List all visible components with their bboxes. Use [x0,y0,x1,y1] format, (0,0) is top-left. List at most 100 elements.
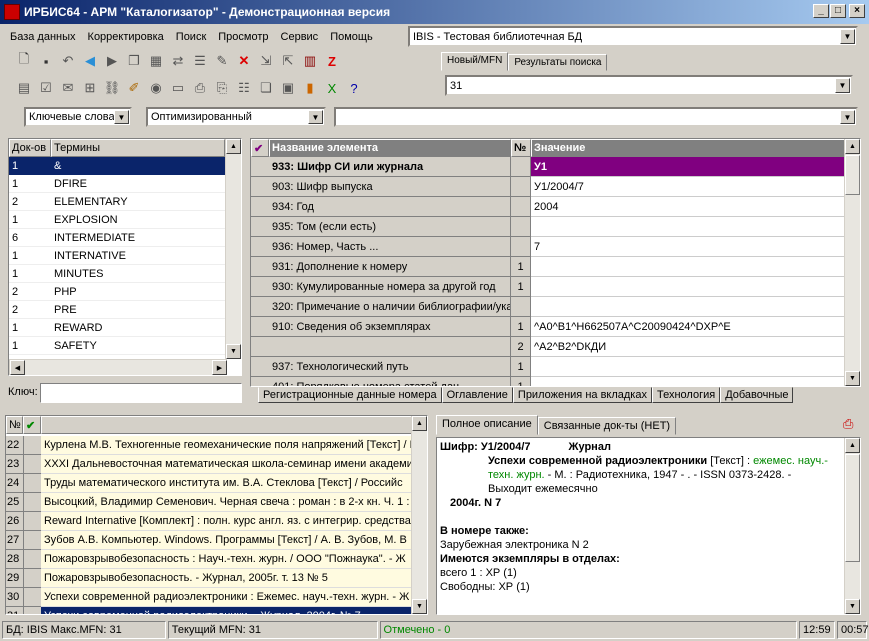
tab-field-group-2[interactable]: Приложения на вкладках [512,387,652,403]
field-row[interactable]: 930: Кумулированные номера за другой год… [251,277,860,297]
field-row[interactable]: 933: Шифр СИ или журнала У1 [251,157,860,177]
field-value[interactable] [531,257,845,277]
field-value[interactable]: 7 [531,237,845,257]
fields-header-value[interactable]: Значение [531,139,845,157]
term-row[interactable]: 1 INTERNATIVE [9,247,241,265]
chevron-down-icon[interactable]: ▼ [840,29,855,44]
record-row[interactable]: 28 Пожаровзрывобезопасность : Науч.-техн.… [6,550,427,569]
docs-icon[interactable]: ❏ [256,78,276,98]
menu-item-0[interactable]: База данных [4,31,82,43]
chevron-down-icon[interactable]: ▼ [840,110,855,124]
field-row[interactable]: 401: Порядковые номера статей дан 1 [251,377,860,386]
record-row[interactable]: 31 Успехи современной радиоэлектроники. -… [6,607,427,614]
record-check[interactable] [23,455,41,474]
scroll-right-button[interactable]: ▶ [212,360,227,375]
term-row[interactable]: 2 PRE [9,301,241,319]
chevron-down-icon[interactable]: ▼ [835,78,850,93]
optimize-select[interactable]: Оптимизированный ▼ [146,107,326,127]
back-icon[interactable]: ◀ [80,51,100,71]
term-row[interactable]: 1 SAFETY [9,337,241,355]
help-icon[interactable]: ? [344,78,364,98]
tab-related-docs[interactable]: Связанные док-ты (НЕТ) [537,417,677,435]
record-row[interactable]: 23 XXXI Дальневосточная математическая шк… [6,455,427,474]
stats-icon[interactable]: ▮ [300,78,320,98]
import-icon[interactable]: ⇲ [256,51,276,71]
mfn-input[interactable]: 31 ▼ [445,75,853,96]
menu-item-5[interactable]: Помощь [324,31,379,43]
scroll-up-button[interactable]: ▲ [226,139,241,154]
maximize-button[interactable]: □ [830,4,846,18]
tab-full-description[interactable]: Полное описание [436,415,538,435]
tab-search-results[interactable]: Результаты поиска [508,54,608,71]
record-row[interactable]: 25 Высоцкий, Владимир Семенович. Черная с… [6,493,427,512]
field-value[interactable]: У1 [531,157,845,177]
scroll-down-button[interactable]: ▼ [226,344,241,359]
record-row[interactable]: 26 Reward Internative [Комплект] : полн. … [6,512,427,531]
record-row[interactable]: 29 Пожаровзрывобезопасность. - Журнал, 20… [6,569,427,588]
scroll-up-button[interactable]: ▲ [845,139,860,154]
menu-item-2[interactable]: Поиск [170,31,212,43]
record-row[interactable]: 24 Труды математического института им. В.… [6,474,427,493]
tree-icon[interactable]: ⊞ [80,78,100,98]
scroll-down-button[interactable]: ▼ [845,371,860,386]
new-record-icon[interactable]: 🗋 [14,51,34,71]
terms-header-count[interactable]: Док-ов [9,139,51,157]
field-row[interactable]: 320: Примечание о наличии библиографии/у… [251,297,860,317]
records-header-num[interactable]: № [6,416,23,434]
tab-new-mfn[interactable]: Новый/MFN [441,52,509,71]
mail-icon[interactable]: ✉ [58,78,78,98]
field-row[interactable]: 937: Технологический путь 1 [251,357,860,377]
table-icon[interactable]: ▦ [146,51,166,71]
terms-header-term[interactable]: Термины [51,139,225,157]
save-icon[interactable]: ▪ [36,51,56,71]
field-value[interactable] [531,377,845,386]
field-row[interactable]: 910: Сведения об экземплярах 1 ^A0^B1^H662… [251,317,860,337]
field-row[interactable]: 936: Номер, Часть ... 7 [251,237,860,257]
field-value[interactable]: ^A2^B2^DКДИ [531,337,845,357]
scroll-thumb[interactable] [845,454,860,562]
records-header-check[interactable]: ✔ [23,416,41,434]
chevron-down-icon[interactable]: ▼ [308,110,323,124]
edit-icon[interactable]: ✎ [212,51,232,71]
field-row[interactable]: 2 ^A2^B2^DКДИ [251,337,860,357]
tab-field-group-4[interactable]: Добавочные [720,387,794,403]
field-value[interactable]: ^A0^B1^H662507A^C20090424^DXP^E [531,317,845,337]
term-row[interactable]: 1 & [9,157,241,175]
link-icon[interactable]: ⛓ [102,78,122,98]
term-row[interactable]: 2 PHP [9,283,241,301]
field-value[interactable] [531,277,845,297]
scroll-thumb[interactable] [845,155,860,195]
tab-field-group-0[interactable]: Регистрационные данные номера [258,387,442,403]
database-select[interactable]: IBIS - Тестовая библиотечная БД ▼ [408,26,858,47]
record-check[interactable] [23,493,41,512]
print-list-icon[interactable]: ☷ [234,78,254,98]
print-icon[interactable]: ⎙ [843,416,859,432]
record-check[interactable] [23,512,41,531]
scroll-down-button[interactable]: ▼ [412,599,427,614]
tab-field-group-1[interactable]: Оглавление [441,387,513,403]
export-icon[interactable]: ⇱ [278,51,298,71]
record-check[interactable] [23,607,41,614]
print-icon[interactable]: ⎙ [190,78,210,98]
term-row[interactable]: 1 DFIRE [9,175,241,193]
search-mode-select[interactable]: Ключевые слова ▼ [24,107,132,127]
report-icon[interactable]: ▣ [278,78,298,98]
record-check[interactable] [23,531,41,550]
record-check[interactable] [23,569,41,588]
record-check[interactable] [23,474,41,493]
record-check[interactable] [23,436,41,455]
field-value[interactable] [531,357,845,377]
record-row[interactable]: 27 Зубов А.В. Компьютер. Windows. Програм… [6,531,427,550]
field-row[interactable]: 931: Дополнение к номеру 1 [251,257,860,277]
scroll-left-button[interactable]: ◀ [10,360,25,375]
print-preview-icon[interactable]: ⎘ [212,78,232,98]
terms-hscroll[interactable]: ◀ ▶ [9,359,227,375]
menu-item-1[interactable]: Корректировка [82,31,170,43]
list-icon[interactable]: ☰ [190,51,210,71]
search-query-input[interactable]: ▼ [334,107,858,127]
fields-header-num[interactable]: № [511,139,531,157]
close-button[interactable]: × [849,4,865,18]
book-icon[interactable]: ▥ [300,51,320,71]
excel-icon[interactable]: X [322,78,342,98]
form-icon[interactable]: ▤ [14,78,34,98]
